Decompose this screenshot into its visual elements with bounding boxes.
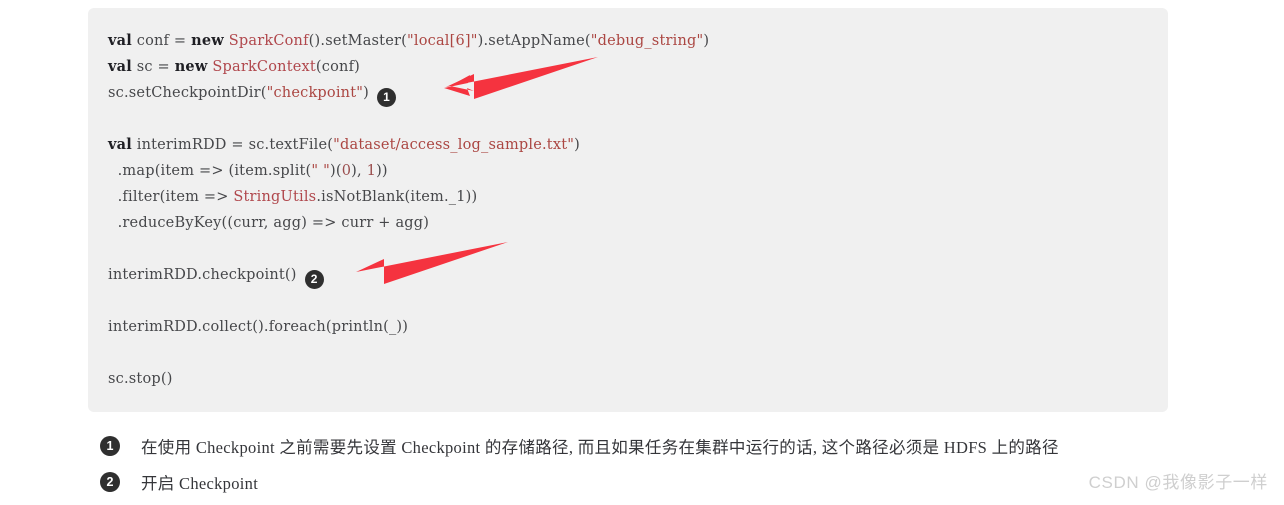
code-lines-container[interactable]: val conf = new SparkConf().setMaster("lo… bbox=[88, 28, 1168, 392]
code-token: "debug_string" bbox=[590, 33, 704, 49]
code-token: interimRDD = sc.textFile( bbox=[131, 137, 334, 153]
code-line: val interimRDD = sc.textFile("dataset/ac… bbox=[108, 132, 1168, 158]
code-line: sc.setCheckpointDir("checkpoint") 1 bbox=[108, 80, 1168, 107]
code-block: val conf = new SparkConf().setMaster("lo… bbox=[88, 8, 1168, 412]
code-token: "local[6]" bbox=[406, 33, 478, 49]
code-token: .reduceByKey((curr, agg) => curr + agg) bbox=[108, 215, 430, 231]
code-token: .isNotBlank(item._1)) bbox=[316, 189, 478, 205]
code-line: sc.stop() bbox=[108, 366, 1168, 392]
code-step-badge-2: 2 bbox=[304, 270, 324, 289]
code-step-badge-1: 1 bbox=[376, 88, 396, 107]
code-token: .filter(item => bbox=[108, 189, 234, 205]
code-token: interimRDD.collect().foreach(println(_)) bbox=[108, 319, 409, 335]
footnote-list: 1 在使用 Checkpoint 之前需要先设置 Checkpoint 的存储路… bbox=[100, 428, 1250, 500]
code-token: )) bbox=[376, 163, 388, 179]
code-line: interimRDD.collect().foreach(println(_)) bbox=[108, 314, 1168, 340]
code-token: ().setMaster( bbox=[308, 33, 407, 49]
code-token: .map(item => (item.split( bbox=[108, 163, 312, 179]
footnote-item: 2 开启 Checkpoint bbox=[100, 464, 1250, 500]
code-token: conf = bbox=[131, 33, 192, 49]
code-token: (conf) bbox=[315, 59, 360, 75]
code-token: SparkConf bbox=[228, 33, 309, 49]
code-token: ).setAppName( bbox=[477, 33, 591, 49]
code-token: interimRDD.checkpoint() bbox=[108, 267, 297, 283]
code-token: sc = bbox=[131, 59, 175, 75]
code-token: new bbox=[191, 32, 224, 49]
code-token: 1 bbox=[366, 163, 377, 179]
code-token: "checkpoint" bbox=[266, 85, 364, 101]
footnote-item: 1 在使用 Checkpoint 之前需要先设置 Checkpoint 的存储路… bbox=[100, 428, 1250, 464]
code-line: interimRDD.checkpoint() 2 bbox=[108, 262, 1168, 289]
code-line: .filter(item => StringUtils.isNotBlank(i… bbox=[108, 184, 1168, 210]
code-token: sc.stop() bbox=[108, 371, 173, 387]
code-token: " " bbox=[311, 163, 330, 179]
code-token: SparkContext bbox=[212, 59, 316, 75]
code-token: val bbox=[108, 32, 132, 49]
code-token: val bbox=[108, 136, 132, 153]
footnote-text-2: 开启 Checkpoint bbox=[141, 474, 259, 493]
code-token: ) bbox=[363, 85, 369, 101]
code-token: val bbox=[108, 58, 132, 75]
code-token: sc.setCheckpointDir( bbox=[108, 85, 267, 101]
code-line: .reduceByKey((curr, agg) => curr + agg) bbox=[108, 210, 1168, 236]
footnote-badge-1: 1 bbox=[100, 436, 120, 456]
code-line: .map(item => (item.split(" ")(0), 1)) bbox=[108, 158, 1168, 184]
code-token: "dataset/access_log_sample.txt" bbox=[333, 137, 575, 153]
footnote-text-1: 在使用 Checkpoint 之前需要先设置 Checkpoint 的存储路径,… bbox=[141, 438, 1059, 457]
code-token: ) bbox=[574, 137, 580, 153]
code-token: )( bbox=[329, 163, 342, 179]
footnote-badge-2: 2 bbox=[100, 472, 120, 492]
code-line: val sc = new SparkContext(conf) bbox=[108, 54, 1168, 80]
code-token: 0 bbox=[341, 163, 352, 179]
code-line: val conf = new SparkConf().setMaster("lo… bbox=[108, 28, 1168, 54]
code-token: ), bbox=[351, 163, 367, 179]
code-token: ) bbox=[703, 33, 710, 49]
code-token: new bbox=[174, 58, 208, 75]
csdn-watermark: CSDN @我像影子一样 bbox=[1088, 473, 1268, 492]
code-token: StringUtils bbox=[233, 189, 317, 205]
